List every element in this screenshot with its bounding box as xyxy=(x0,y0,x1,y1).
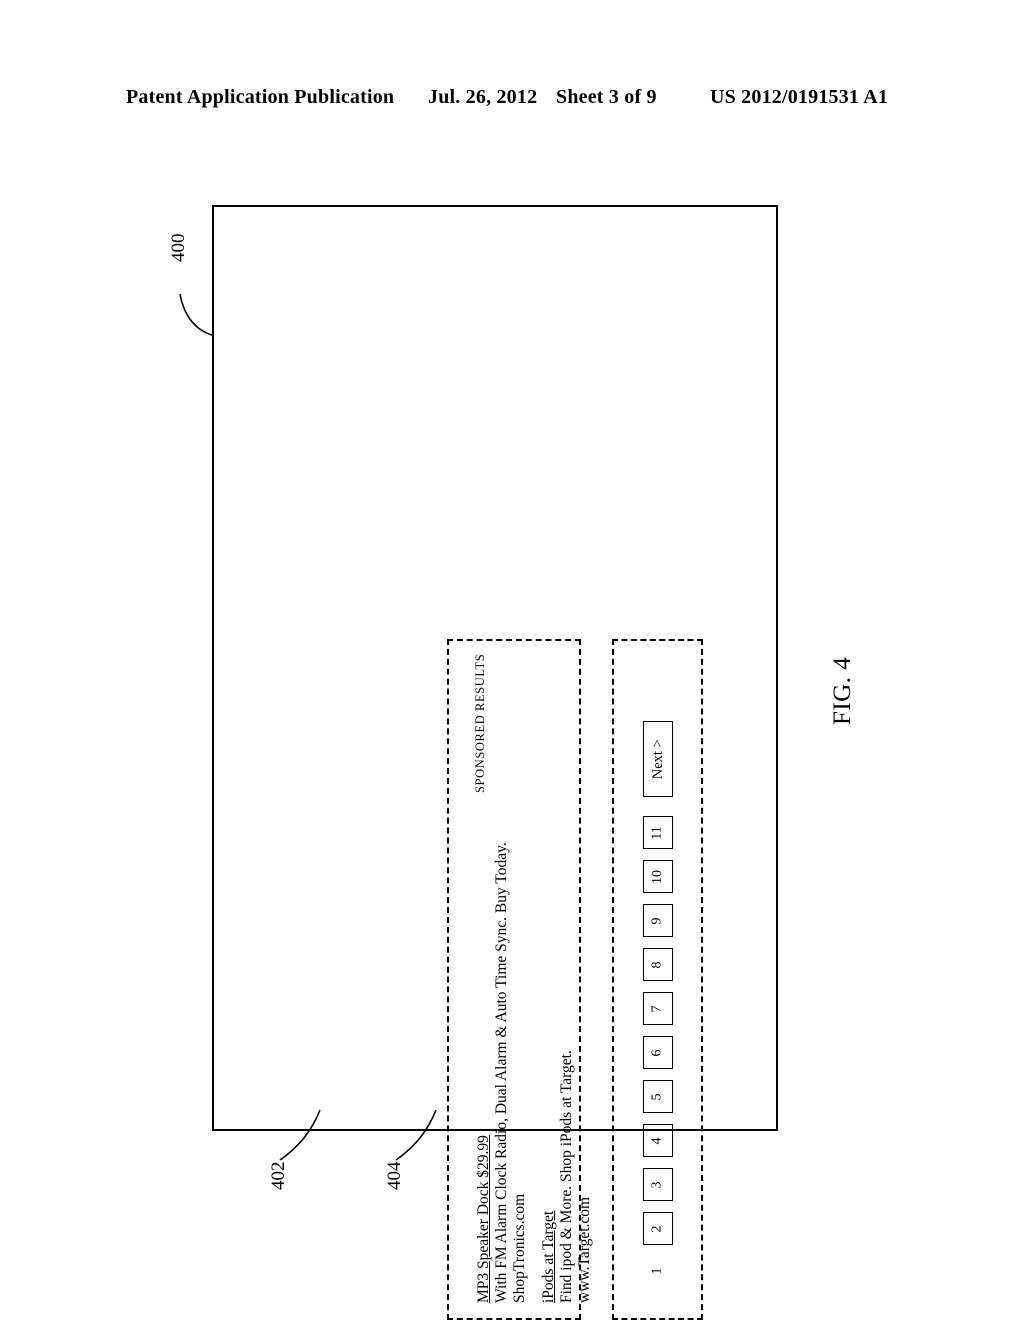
sponsored-ad-description: With FM Alarm Clock Radio, Dual Alarm & … xyxy=(493,842,510,1303)
page-header: Patent Application Publication Jul. 26, … xyxy=(0,86,1024,116)
pagination-page-8[interactable]: 8 xyxy=(642,948,673,981)
pagination-page-5[interactable]: 5 xyxy=(642,1080,673,1113)
sheet-number: Sheet 3 of 9 xyxy=(556,86,657,108)
pagination-page-4[interactable]: 4 xyxy=(642,1124,673,1157)
pagination-control: 1 2 3 4 5 6 7 8 9 10 11 Next > xyxy=(612,639,703,1320)
sponsored-ad-url[interactable]: ShopTronics.com xyxy=(511,1194,528,1303)
pagination-page-6[interactable]: 6 xyxy=(642,1036,673,1069)
reference-numeral-400: 400 xyxy=(168,233,189,263)
sponsored-ad-title[interactable]: MP3 Speaker Dock $29.99 xyxy=(475,1135,492,1303)
pagination-page-11[interactable]: 11 xyxy=(642,816,673,849)
reference-numeral-402: 402 xyxy=(268,1161,289,1191)
pagination-page-10[interactable]: 10 xyxy=(642,860,673,893)
sponsored-ad-title[interactable]: iPods at Target xyxy=(540,1211,557,1303)
pagination-page-2[interactable]: 2 xyxy=(642,1212,673,1245)
pagination-page-current: 1 xyxy=(649,1267,665,1274)
pagination-page-3[interactable]: 3 xyxy=(642,1168,673,1201)
publication-title: Patent Application Publication xyxy=(126,86,395,108)
pagination-page-7[interactable]: 7 xyxy=(642,992,673,1025)
publication-date: Jul. 26, 2012 xyxy=(428,86,538,108)
patent-number: US 2012/0191531 A1 xyxy=(710,86,889,108)
pagination-next-button[interactable]: Next > xyxy=(642,721,673,797)
sponsored-ad-url[interactable]: www.Target.com xyxy=(576,1197,593,1303)
sponsored-ad-description: Find ipod & More. Shop iPods at Target. xyxy=(558,1050,575,1303)
reference-numeral-404: 404 xyxy=(384,1161,405,1191)
pagination-page-9[interactable]: 9 xyxy=(642,904,673,937)
figure-caption: FIG. 4 xyxy=(829,656,856,725)
search-results-screen: SPONSORED RESULTS MP3 Speaker Dock $29.9… xyxy=(212,205,778,1320)
sponsored-results-label: SPONSORED RESULTS xyxy=(473,653,487,793)
